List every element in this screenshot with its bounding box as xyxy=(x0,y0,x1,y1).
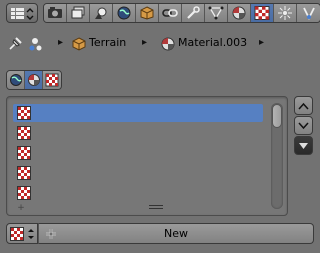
tab-particles[interactable] xyxy=(274,4,297,22)
world-texture-icon xyxy=(9,74,22,86)
tab-constraints[interactable] xyxy=(159,4,182,22)
breadcrumb-separator: ▸ xyxy=(58,37,64,48)
texture-slot-row[interactable] xyxy=(13,184,263,202)
constraints-icon xyxy=(162,9,178,17)
tab-material[interactable] xyxy=(228,4,251,22)
breadcrumb-object-label: Terrain xyxy=(89,36,127,49)
chevron-up-icon xyxy=(298,102,309,110)
texture-slot-list[interactable]: + xyxy=(6,96,288,216)
chevron-down-icon xyxy=(298,121,309,129)
move-slot-down-button[interactable] xyxy=(294,116,313,135)
tab-scene[interactable] xyxy=(90,4,113,22)
texture-slot-row[interactable] xyxy=(13,104,263,122)
list-expand-icon[interactable]: + xyxy=(17,204,25,213)
camera-icon xyxy=(48,7,62,18)
object-icon xyxy=(72,37,86,51)
tab-modifiers[interactable] xyxy=(182,4,205,22)
tab-texture[interactable] xyxy=(251,4,274,22)
context-brush-button[interactable] xyxy=(43,71,61,89)
tab-render-layers[interactable] xyxy=(67,4,90,22)
brush-texture-icon xyxy=(45,73,59,87)
texture-icon xyxy=(17,166,31,180)
texture-slot-row[interactable] xyxy=(13,164,263,182)
texture-slot-row[interactable] xyxy=(13,124,263,142)
texture-icon xyxy=(17,186,31,200)
context-world-button[interactable] xyxy=(7,71,25,89)
material-icon xyxy=(232,6,246,20)
render-layers-icon xyxy=(71,6,85,19)
new-texture-label: New xyxy=(164,227,188,240)
properties-tab-strip xyxy=(43,3,320,23)
breadcrumb: ▸ Terrain ▸ Material.003 ▸ xyxy=(0,31,319,57)
object-data-icon xyxy=(29,38,42,51)
breadcrumb-separator: ▸ xyxy=(259,37,265,48)
object-icon xyxy=(140,6,154,20)
editor-type-button[interactable] xyxy=(6,3,38,23)
world-icon xyxy=(117,6,131,20)
context-material-button[interactable] xyxy=(25,71,43,89)
tab-physics[interactable] xyxy=(297,4,320,22)
texture-icon xyxy=(17,106,31,120)
particles-icon xyxy=(278,6,292,20)
properties-header xyxy=(0,0,320,26)
move-slot-up-button[interactable] xyxy=(294,96,313,115)
material-icon xyxy=(161,37,175,51)
texture-slot-row[interactable] xyxy=(13,144,263,162)
physics-icon xyxy=(302,7,315,20)
list-scrollbar-thumb[interactable] xyxy=(272,104,282,128)
list-resize-grip[interactable] xyxy=(149,205,163,209)
new-texture-button[interactable]: New xyxy=(38,223,314,244)
pin-icon[interactable] xyxy=(8,37,22,51)
properties-editor-icon xyxy=(11,8,34,20)
slot-specials-menu-button[interactable] xyxy=(294,136,313,155)
texture-icon xyxy=(10,227,24,241)
triangle-down-icon xyxy=(299,142,308,149)
texture-browse-button[interactable] xyxy=(6,223,38,244)
mesh-data-icon xyxy=(208,6,224,20)
tab-render[interactable] xyxy=(44,4,67,22)
texture-icon xyxy=(17,146,31,160)
tab-object[interactable] xyxy=(136,4,159,22)
tab-world[interactable] xyxy=(113,4,136,22)
list-scrollbar[interactable] xyxy=(271,103,283,209)
texture-icon xyxy=(254,6,270,20)
tab-data[interactable] xyxy=(205,4,228,22)
material-texture-icon xyxy=(27,74,40,86)
texture-icon xyxy=(17,126,31,140)
wrench-icon xyxy=(187,6,200,19)
breadcrumb-material-label: Material.003 xyxy=(178,36,248,49)
scene-icon xyxy=(95,7,107,19)
texture-context-selector xyxy=(6,70,62,90)
updown-arrows-icon xyxy=(28,229,34,239)
breadcrumb-separator: ▸ xyxy=(142,37,148,48)
